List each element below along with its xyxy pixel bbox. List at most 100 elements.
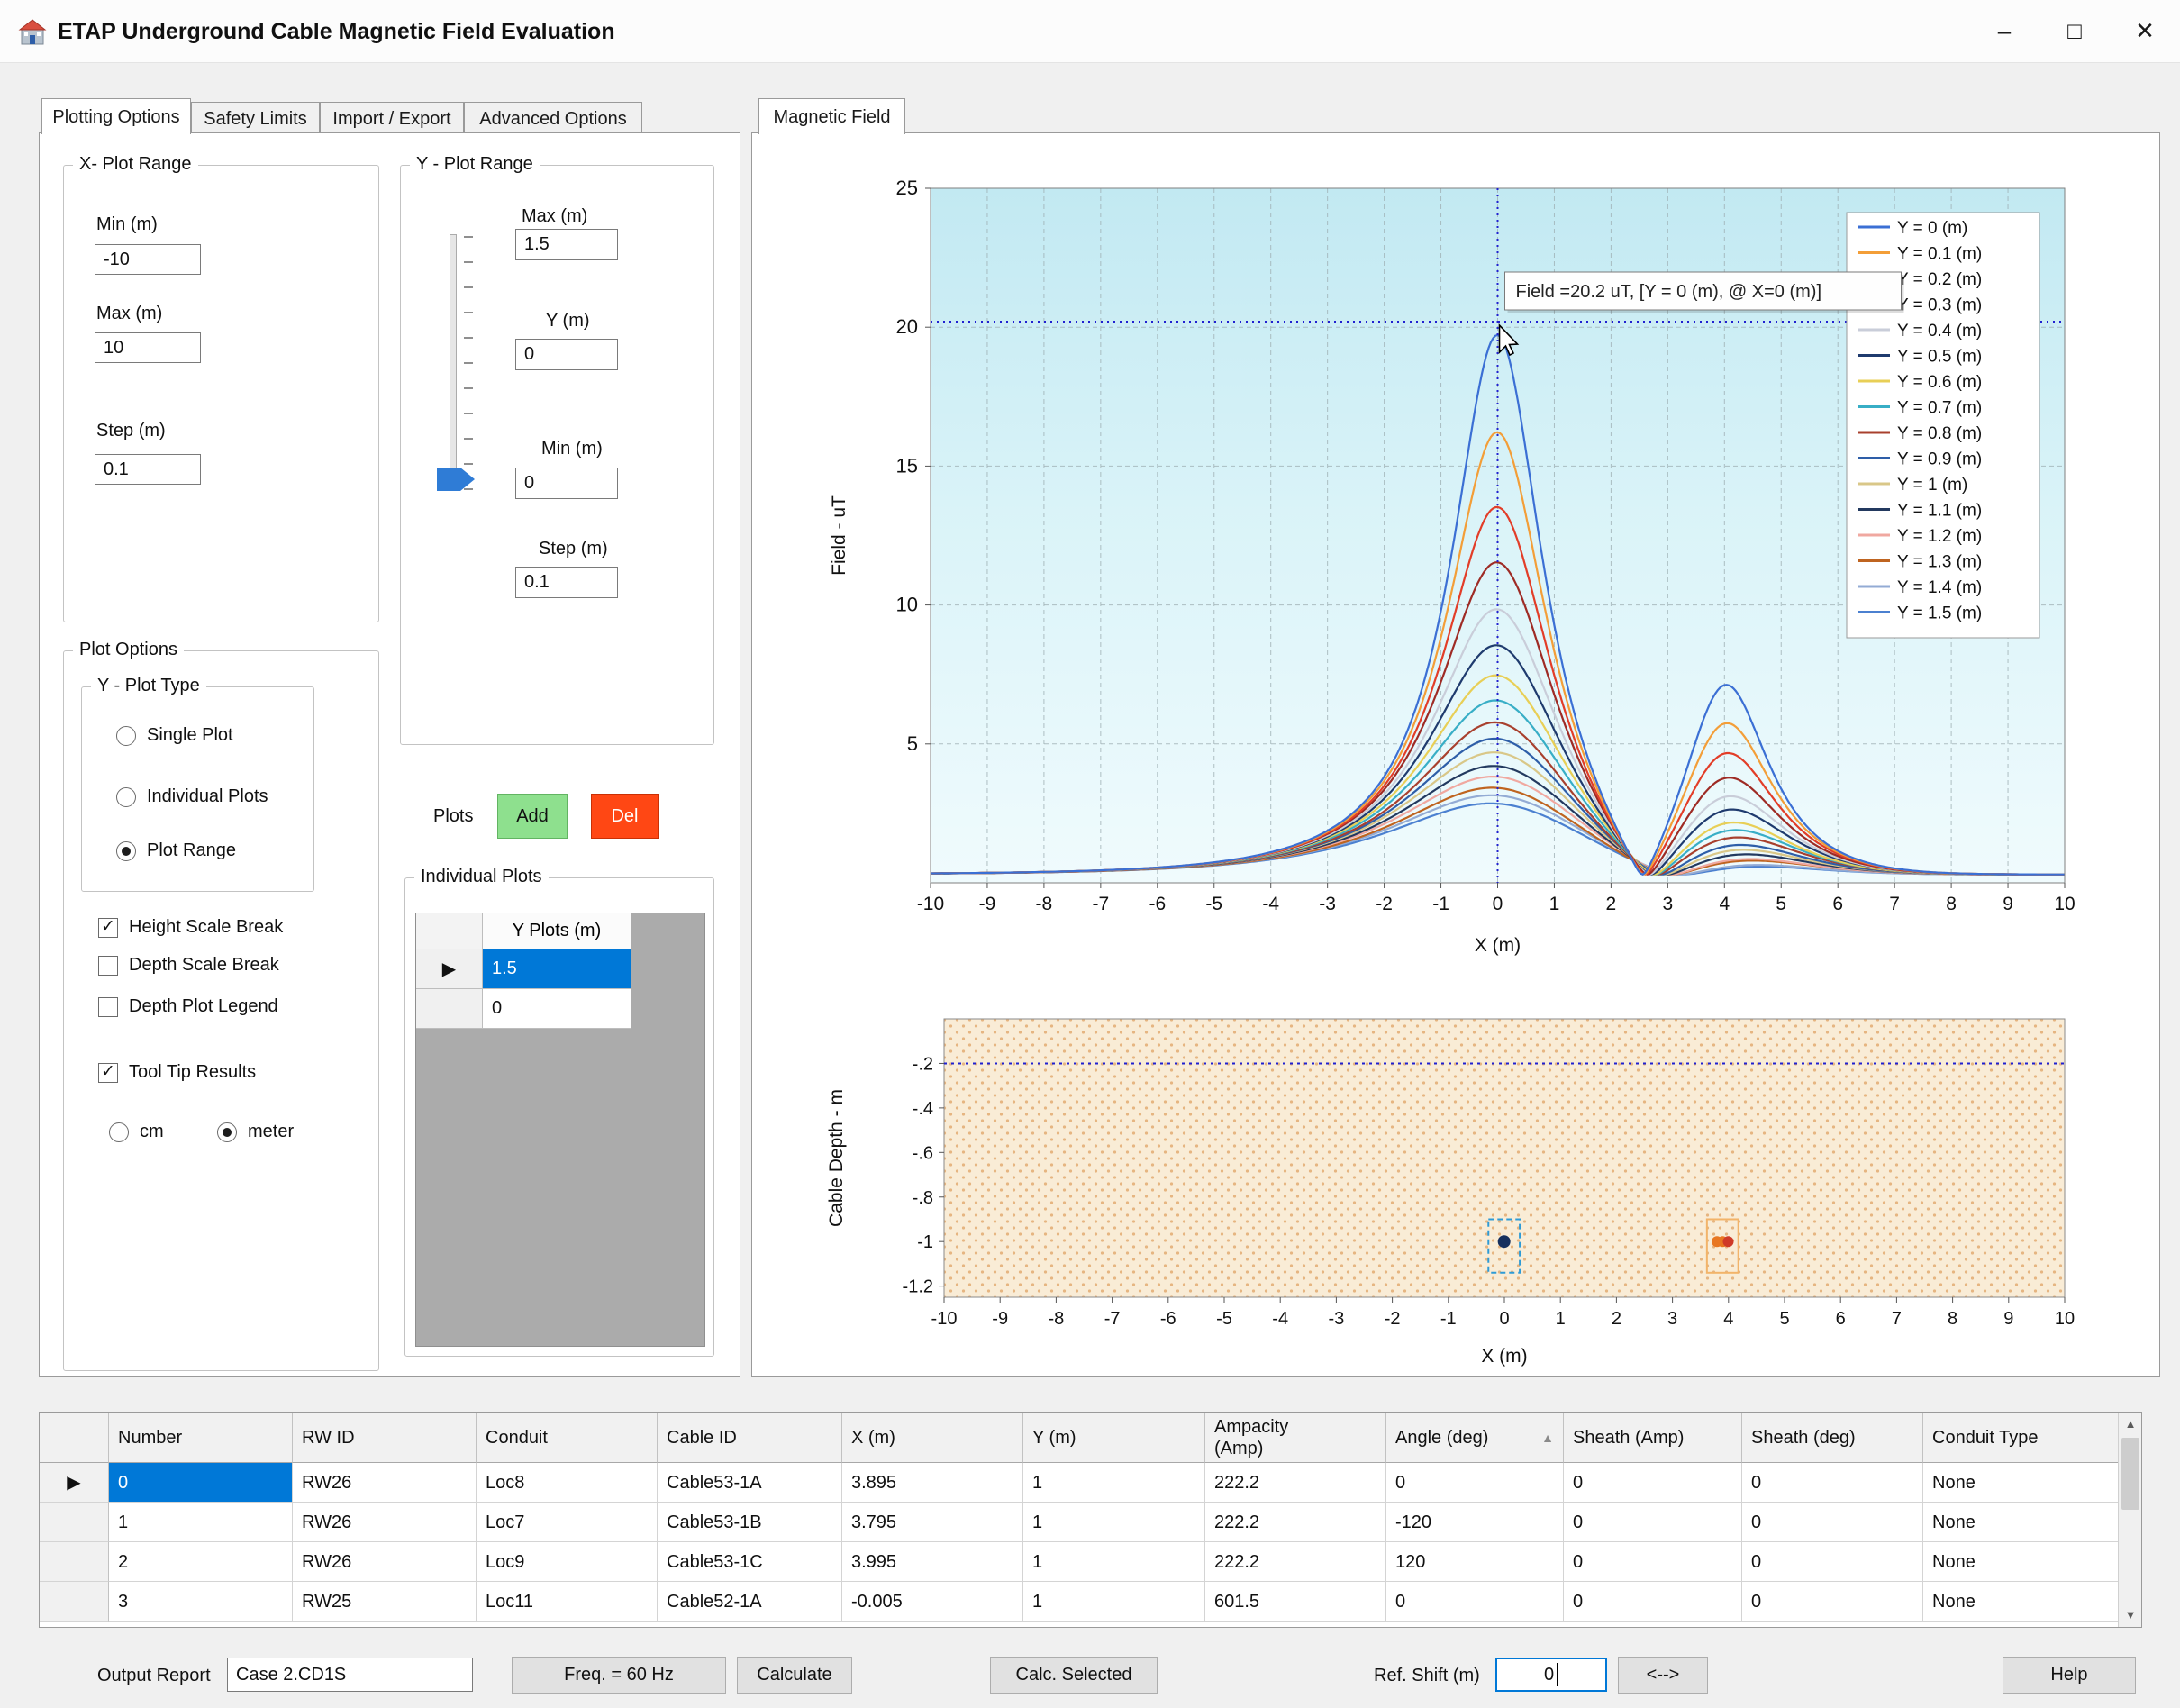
column-header[interactable]: Y (m) <box>1023 1413 1205 1463</box>
table-row-selector[interactable]: ▶ <box>40 1463 109 1503</box>
table-cell[interactable]: Cable53-1C <box>658 1542 842 1582</box>
tab-import-export[interactable]: Import / Export <box>320 102 464 133</box>
calc-selected-button[interactable]: Calc. Selected <box>990 1657 1158 1694</box>
scroll-up-icon[interactable]: ▲ <box>2119 1413 2142 1436</box>
table-cell[interactable]: 222.2 <box>1205 1463 1386 1503</box>
table-row-selector[interactable] <box>40 1542 109 1582</box>
column-header[interactable]: Sheath (Amp) <box>1564 1413 1742 1463</box>
shift-toggle-button[interactable]: <--> <box>1618 1657 1708 1694</box>
table-cell[interactable]: None <box>1923 1582 2119 1622</box>
table-cell[interactable]: 0 <box>1564 1542 1742 1582</box>
table-cell[interactable]: 1 <box>1023 1542 1205 1582</box>
table-cell[interactable]: RW26 <box>293 1463 477 1503</box>
scrollbar-thumb[interactable] <box>2121 1438 2139 1510</box>
table-cell[interactable]: 2 <box>109 1542 293 1582</box>
output-report-input[interactable]: Case 2.CD1S <box>227 1658 473 1692</box>
radio-single-plot[interactable]: Single Plot <box>116 725 233 746</box>
radio-meter[interactable]: meter <box>217 1122 294 1142</box>
checkbox-tool-tip-results[interactable]: ✓ Tool Tip Results <box>98 1062 256 1083</box>
y-max-input[interactable]: 1.5 <box>515 229 618 260</box>
table-cell[interactable]: 3.995 <box>842 1542 1023 1582</box>
column-header[interactable]: RW ID <box>293 1413 477 1463</box>
column-header[interactable]: Ampacity (Amp) <box>1205 1413 1386 1463</box>
add-plot-button[interactable]: Add <box>497 794 568 839</box>
frequency-button[interactable]: Freq. = 60 Hz <box>512 1657 726 1694</box>
help-button[interactable]: Help <box>2003 1657 2136 1694</box>
table-cell[interactable]: -120 <box>1386 1503 1564 1542</box>
x-max-input[interactable]: 10 <box>95 332 201 363</box>
table-cell[interactable]: 0 <box>1564 1503 1742 1542</box>
table-cell[interactable]: 120 <box>1386 1542 1564 1582</box>
table-cell[interactable]: Loc9 <box>477 1542 658 1582</box>
table-cell[interactable]: 1 <box>1023 1503 1205 1542</box>
checkbox-depth-plot-legend[interactable]: ✓ Depth Plot Legend <box>98 996 278 1017</box>
column-header[interactable]: Angle (deg)▲ <box>1386 1413 1564 1463</box>
table-cell[interactable]: 0 <box>1564 1582 1742 1622</box>
table-cell[interactable]: 1 <box>1023 1463 1205 1503</box>
y-plot-row-value[interactable]: 0 <box>483 989 631 1029</box>
radio-cm[interactable]: cm <box>109 1122 164 1142</box>
ref-shift-input[interactable]: 0 <box>1495 1658 1607 1692</box>
table-cell[interactable]: Cable52-1A <box>658 1582 842 1622</box>
table-cell[interactable]: Loc7 <box>477 1503 658 1542</box>
close-icon[interactable]: ✕ <box>2110 0 2180 63</box>
calculate-button[interactable]: Calculate <box>737 1657 852 1694</box>
x-step-input[interactable]: 0.1 <box>95 454 201 485</box>
table-cell[interactable]: 222.2 <box>1205 1503 1386 1542</box>
radio-individual-plots[interactable]: Individual Plots <box>116 786 268 807</box>
table-cell[interactable]: RW26 <box>293 1503 477 1542</box>
radio-plot-range[interactable]: Plot Range <box>116 840 236 861</box>
column-header[interactable]: Cable ID <box>658 1413 842 1463</box>
tab-safety-limits[interactable]: Safety Limits <box>191 102 320 133</box>
y-plot-row-value[interactable]: 1.5 <box>483 949 631 989</box>
y-plots-column-header[interactable]: Y Plots (m) <box>483 913 631 949</box>
magnetic-field-chart[interactable]: -10-9-8-7-6-5-4-3-2-10123456789105101520… <box>752 133 2159 1376</box>
table-cell[interactable]: 601.5 <box>1205 1582 1386 1622</box>
table-cell[interactable]: None <box>1923 1463 2119 1503</box>
individual-plots-grid[interactable]: Y Plots (m) ▶1.50 <box>415 913 705 1347</box>
row-selector[interactable] <box>416 989 483 1029</box>
table-cell[interactable]: Loc11 <box>477 1582 658 1622</box>
column-header[interactable]: Number <box>109 1413 293 1463</box>
table-row-selector[interactable] <box>40 1582 109 1622</box>
table-cell[interactable]: Loc8 <box>477 1463 658 1503</box>
table-cell[interactable]: 1 <box>109 1503 293 1542</box>
table-cell[interactable]: 0 <box>109 1463 293 1503</box>
table-cell[interactable]: None <box>1923 1503 2119 1542</box>
table-scrollbar[interactable]: ▲ ▼ <box>2118 1413 2141 1627</box>
table-cell[interactable]: 0 <box>1564 1463 1742 1503</box>
y-range-slider-track[interactable] <box>450 234 457 490</box>
row-selector[interactable]: ▶ <box>416 949 483 989</box>
table-cell[interactable]: -0.005 <box>842 1582 1023 1622</box>
scroll-down-icon[interactable]: ▼ <box>2119 1604 2142 1627</box>
column-header[interactable]: Conduit <box>477 1413 658 1463</box>
tab-advanced-options[interactable]: Advanced Options <box>464 102 642 133</box>
table-cell[interactable]: 0 <box>1386 1463 1564 1503</box>
maximize-icon[interactable]: □ <box>2039 0 2110 63</box>
table-cell[interactable]: Cable53-1B <box>658 1503 842 1542</box>
table-row-selector[interactable] <box>40 1503 109 1542</box>
x-min-input[interactable]: -10 <box>95 244 201 275</box>
table-cell[interactable]: 1 <box>1023 1582 1205 1622</box>
checkbox-height-scale-break[interactable]: ✓ Height Scale Break <box>98 917 283 938</box>
tab-magnetic-field[interactable]: Magnetic Field <box>758 98 905 134</box>
table-cell[interactable]: Cable53-1A <box>658 1463 842 1503</box>
table-cell[interactable]: 222.2 <box>1205 1542 1386 1582</box>
table-cell[interactable]: 3.895 <box>842 1463 1023 1503</box>
table-cell[interactable]: 0 <box>1742 1542 1923 1582</box>
tab-plotting-options[interactable]: Plotting Options <box>41 98 191 134</box>
column-header[interactable]: X (m) <box>842 1413 1023 1463</box>
column-header[interactable]: Conduit Type <box>1923 1413 2119 1463</box>
table-cell[interactable]: 3 <box>109 1582 293 1622</box>
y-step-input[interactable]: 0.1 <box>515 567 618 598</box>
y-value-input[interactable]: 0 <box>515 339 618 370</box>
checkbox-depth-scale-break[interactable]: ✓ Depth Scale Break <box>98 955 279 976</box>
table-cell[interactable]: RW26 <box>293 1542 477 1582</box>
minimize-icon[interactable]: – <box>1969 0 2039 63</box>
table-cell[interactable]: 0 <box>1742 1582 1923 1622</box>
table-cell[interactable]: 0 <box>1386 1582 1564 1622</box>
column-header[interactable]: Sheath (deg) <box>1742 1413 1923 1463</box>
table-cell[interactable]: 0 <box>1742 1503 1923 1542</box>
table-cell[interactable]: RW25 <box>293 1582 477 1622</box>
table-cell[interactable]: None <box>1923 1542 2119 1582</box>
